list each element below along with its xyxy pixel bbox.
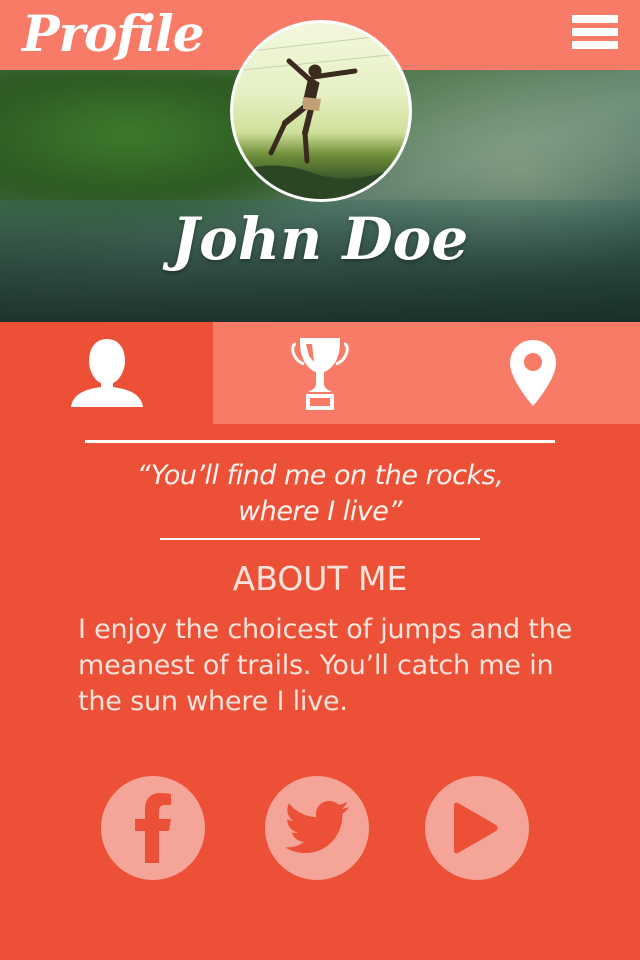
about-text: I enjoy the choicest of jumps and the me… xyxy=(78,614,573,717)
quote-line-2: where I live” xyxy=(238,496,402,527)
tab-profile[interactable] xyxy=(0,322,213,424)
profile-quote: “You’ll find me on the rocks, where I li… xyxy=(0,458,640,530)
user-icon xyxy=(70,339,143,407)
divider xyxy=(160,538,480,540)
profile-name: John Doe xyxy=(171,205,469,273)
about-heading: ABOUT ME xyxy=(232,559,408,598)
trophy-icon xyxy=(290,338,349,410)
avatar[interactable] xyxy=(230,20,412,202)
hamburger-menu-icon[interactable] xyxy=(572,15,618,49)
tab-location[interactable] xyxy=(426,322,640,424)
play-button[interactable] xyxy=(425,776,529,880)
facebook-icon xyxy=(135,793,171,863)
tab-achievements[interactable] xyxy=(213,322,426,424)
twitter-icon xyxy=(285,801,349,853)
location-pin-icon xyxy=(510,340,556,406)
play-icon xyxy=(454,802,498,854)
facebook-button[interactable] xyxy=(101,776,205,880)
page-title: Profile xyxy=(22,4,205,63)
profile-tabs xyxy=(0,322,640,424)
divider xyxy=(85,440,555,443)
twitter-button[interactable] xyxy=(265,776,369,880)
quote-line-1: “You’ll find me on the rocks, xyxy=(136,460,504,491)
